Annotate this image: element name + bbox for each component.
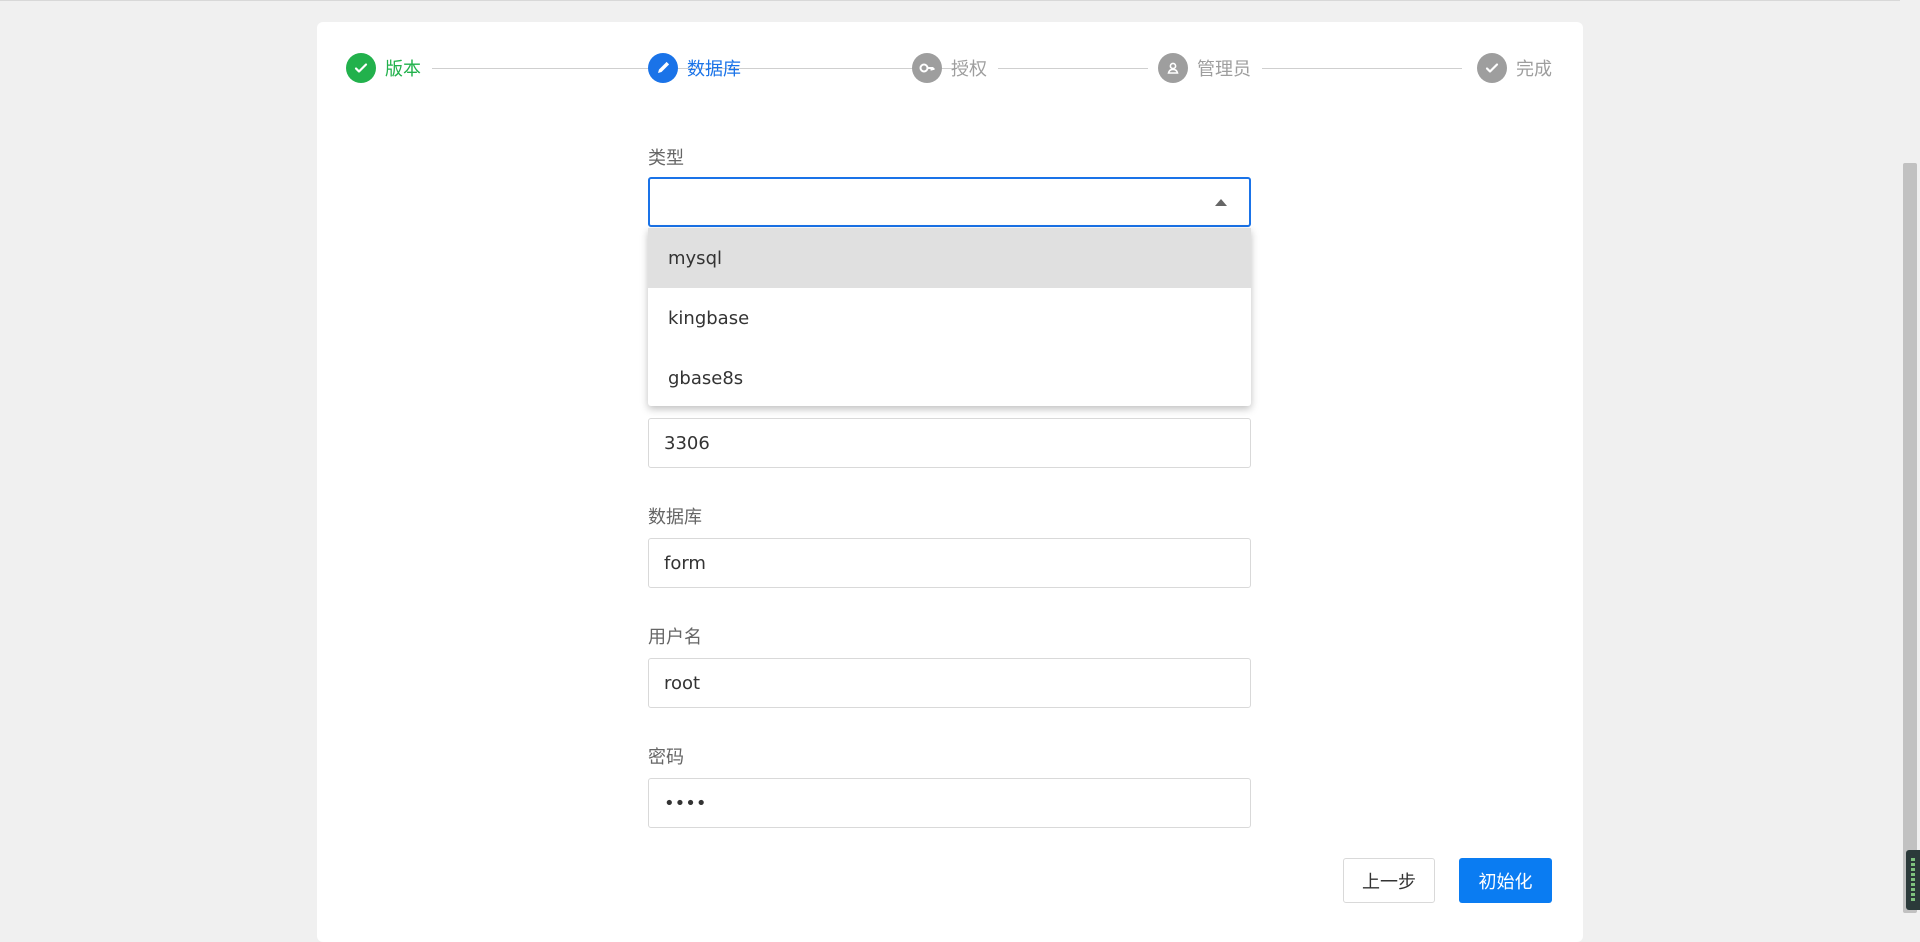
- step-version: 版本: [346, 53, 421, 83]
- stepper: 版本 数据库 授权 管理员 完成: [317, 22, 1583, 102]
- user-icon: [1158, 53, 1188, 83]
- database-label: 数据库: [648, 507, 702, 528]
- step-database: 数据库: [648, 53, 741, 83]
- step-label: 授权: [951, 59, 987, 80]
- database-input[interactable]: form: [648, 538, 1251, 588]
- caret-up-icon: [1215, 199, 1227, 206]
- top-border: [0, 0, 1920, 1]
- step-done: 完成: [1477, 53, 1552, 83]
- password-input[interactable]: ••••: [648, 778, 1251, 828]
- password-input-value: ••••: [664, 792, 707, 814]
- dropdown-option-gbase8s[interactable]: gbase8s: [648, 348, 1251, 408]
- step-label: 数据库: [687, 59, 741, 80]
- database-input-value: form: [664, 552, 706, 574]
- initialize-button[interactable]: 初始化: [1459, 858, 1552, 903]
- check-icon: [346, 53, 376, 83]
- check-icon: [1477, 53, 1507, 83]
- step-label: 版本: [385, 59, 421, 80]
- key-icon: [912, 53, 942, 83]
- dropdown-option-kingbase[interactable]: kingbase: [648, 288, 1251, 348]
- step-connector: [1262, 68, 1462, 69]
- step-license: 授权: [912, 53, 987, 83]
- step-connector: [998, 68, 1148, 69]
- scrollbar[interactable]: [1900, 0, 1920, 932]
- step-admin: 管理员: [1158, 53, 1251, 83]
- port-input[interactable]: 3306: [648, 418, 1251, 468]
- step-label: 管理员: [1197, 59, 1251, 80]
- pencil-icon: [648, 53, 678, 83]
- system-widget-icon: [1906, 850, 1920, 910]
- port-input-value: 3306: [664, 432, 710, 454]
- username-input[interactable]: root: [648, 658, 1251, 708]
- step-label: 完成: [1516, 59, 1552, 80]
- dropdown-option-mysql[interactable]: mysql: [648, 228, 1251, 288]
- type-dropdown: mysql kingbase gbase8s: [648, 228, 1251, 406]
- type-label: 类型: [648, 148, 684, 169]
- prev-step-button[interactable]: 上一步: [1343, 858, 1435, 903]
- username-label: 用户名: [648, 627, 702, 648]
- level-bars: [1911, 858, 1915, 902]
- scrollbar-thumb[interactable]: [1903, 163, 1917, 913]
- type-select[interactable]: [648, 177, 1251, 227]
- step-connector: [752, 68, 900, 69]
- username-input-value: root: [664, 672, 701, 694]
- password-label: 密码: [648, 747, 684, 768]
- setup-card: 版本 数据库 授权 管理员 完成 类型 mysql kingbase gbase…: [317, 22, 1583, 942]
